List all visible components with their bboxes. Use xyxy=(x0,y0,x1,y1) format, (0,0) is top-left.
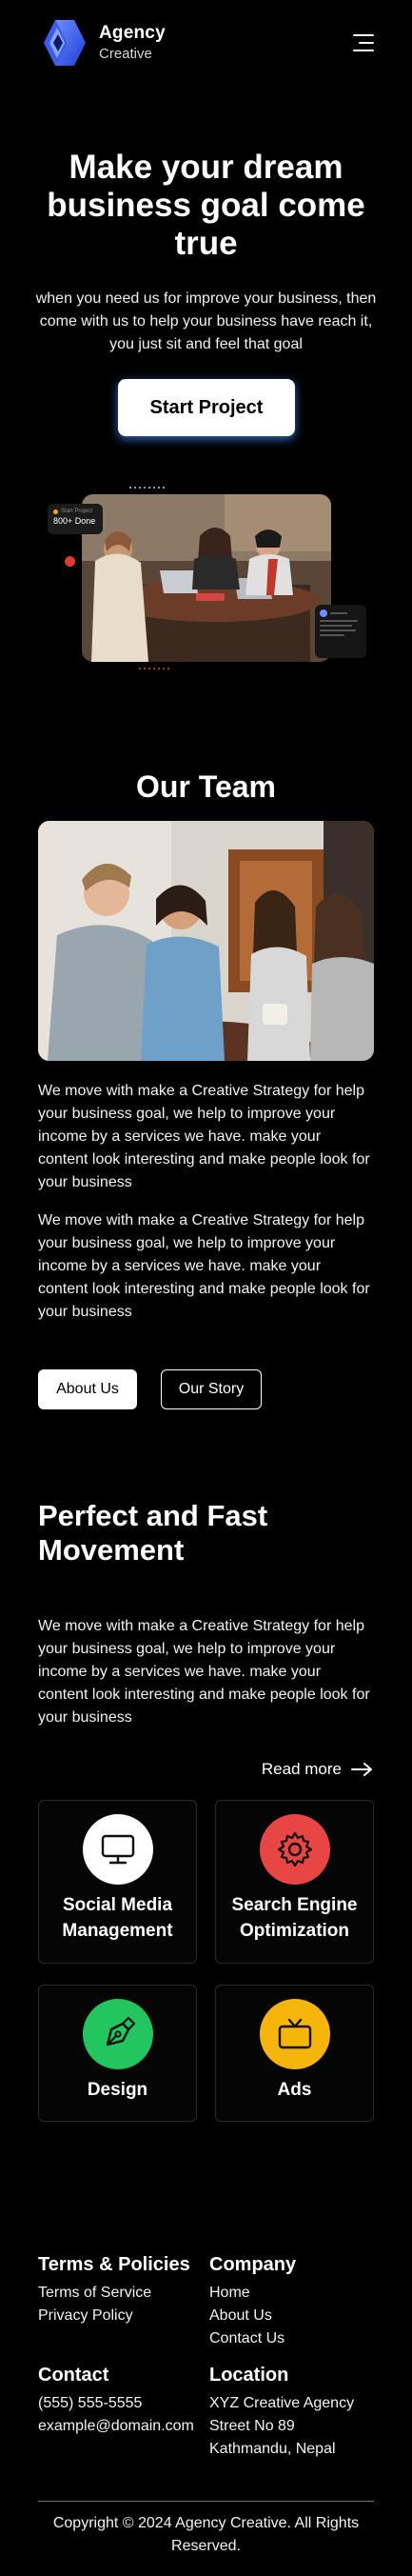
service-card-seo[interactable]: Search Engine Optimization xyxy=(215,1800,374,1964)
brand-subtitle: Creative xyxy=(99,46,152,63)
footer-terms-column: Terms & Policies Terms of Service Privac… xyxy=(38,2253,190,2327)
projects-done-card: Start Project 800+ Done xyxy=(48,504,103,534)
read-more-link[interactable]: Read more xyxy=(262,1760,374,1779)
service-label: Search Engine Optimization xyxy=(231,1895,358,1941)
footer-company-column: Company Home About Us Contact Us xyxy=(209,2253,296,2350)
service-card-design[interactable]: Design xyxy=(38,1985,197,2122)
read-more-label: Read more xyxy=(261,1760,342,1778)
copyright-text: Copyright © 2024 Agency Creative. All Ri… xyxy=(52,2515,360,2554)
footer-terms-title: Terms & Policies xyxy=(38,2254,190,2275)
privacy-policy-link[interactable]: Privacy Policy xyxy=(38,2305,190,2327)
brand-name: Agency xyxy=(99,23,166,44)
team-photo xyxy=(38,821,374,1061)
team-section-title: Our Team xyxy=(136,769,276,804)
footer-contact-link[interactable]: Contact Us xyxy=(209,2327,296,2350)
pen-tool-icon xyxy=(82,1999,153,2069)
location-line: Street No 89 xyxy=(209,2418,295,2434)
hero-photo xyxy=(82,494,331,662)
menu-icon[interactable] xyxy=(353,34,374,51)
agency-logo-icon[interactable] xyxy=(38,18,88,68)
footer-phone-link[interactable]: (555) 555-5555 xyxy=(38,2392,194,2415)
monitor-icon xyxy=(82,1814,153,1885)
our-story-button[interactable]: Our Story xyxy=(161,1369,262,1409)
service-card-social-media[interactable]: Social Media Management xyxy=(38,1800,197,1964)
footer-location-title: Location xyxy=(209,2365,289,2386)
about-us-button[interactable]: About Us xyxy=(38,1369,137,1409)
hero-image-composite: Start Project 800+ Done xyxy=(42,481,370,671)
service-label: Ads xyxy=(277,2080,312,2100)
start-project-button[interactable]: Start Project xyxy=(118,379,295,436)
team-paragraph-2: We move with make a Creative Strategy fo… xyxy=(38,1212,370,1320)
projects-done-value: 800+ Done xyxy=(53,516,96,526)
terms-of-service-link[interactable]: Terms of Service xyxy=(38,2282,190,2305)
site-header: Agency Creative xyxy=(38,17,374,69)
footer-about-link[interactable]: About Us xyxy=(209,2305,296,2327)
movement-paragraph: We move with make a Creative Strategy fo… xyxy=(38,1618,370,1726)
decorative-dots xyxy=(129,487,165,489)
hero-title: Make your dream business goal come true xyxy=(47,149,365,262)
footer-home-link[interactable]: Home xyxy=(209,2282,296,2305)
brand-text: Agency Creative xyxy=(99,23,166,62)
footer-divider xyxy=(38,2501,374,2502)
tv-icon xyxy=(259,1999,330,2069)
testimonial-mini-card xyxy=(315,605,366,658)
hero-description: when you need us for improve your busine… xyxy=(35,290,377,352)
gear-icon xyxy=(259,1814,330,1885)
team-paragraph-1: We move with make a Creative Strategy fo… xyxy=(38,1083,370,1190)
red-dot-decoration xyxy=(65,556,75,567)
location-line: XYZ Creative Agency xyxy=(209,2395,355,2411)
footer-email-link[interactable]: example@domain.com xyxy=(38,2415,194,2438)
card-small-label: Start Project xyxy=(61,509,93,514)
movement-section-title: Perfect and Fast Movement xyxy=(38,1499,268,1567)
footer-contact-title: Contact xyxy=(38,2365,109,2386)
footer-company-title: Company xyxy=(209,2254,297,2275)
decorative-dots xyxy=(139,668,169,669)
service-card-ads[interactable]: Ads xyxy=(215,1985,374,2122)
arrow-right-icon xyxy=(351,1763,372,1776)
location-line: Kathmandu, Nepal xyxy=(209,2441,336,2457)
footer-location-column: Location XYZ Creative Agency Street No 8… xyxy=(209,2364,354,2461)
avatar xyxy=(320,609,327,617)
service-label: Design xyxy=(87,2080,148,2100)
service-label: Social Media Management xyxy=(62,1895,173,1941)
footer-contact-column: Contact (555) 555-5555 example@domain.co… xyxy=(38,2364,194,2438)
status-dot-icon xyxy=(53,509,58,514)
